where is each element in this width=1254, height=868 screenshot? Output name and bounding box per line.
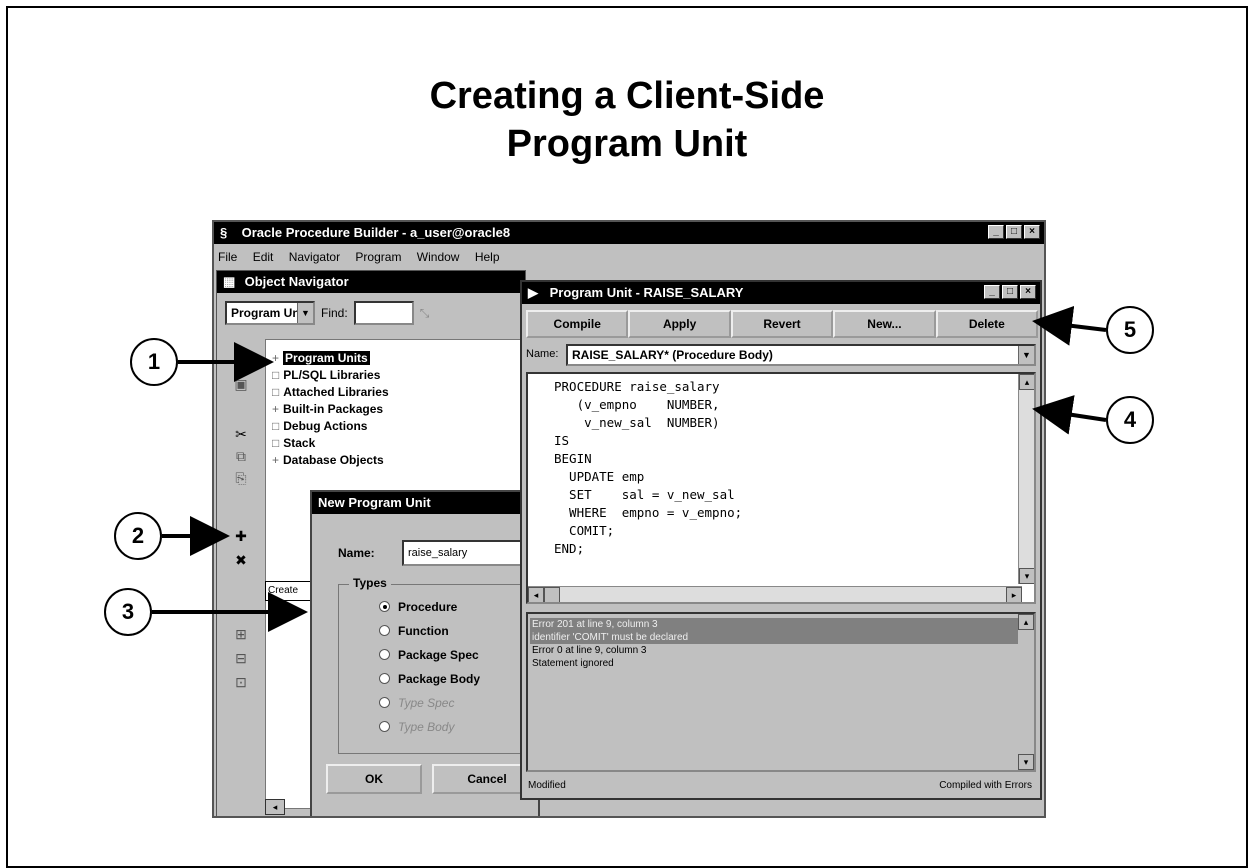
arrow-5 — [1032, 305, 1107, 346]
arrow-4 — [1032, 395, 1107, 435]
callout-arrows — [152, 305, 1107, 632]
